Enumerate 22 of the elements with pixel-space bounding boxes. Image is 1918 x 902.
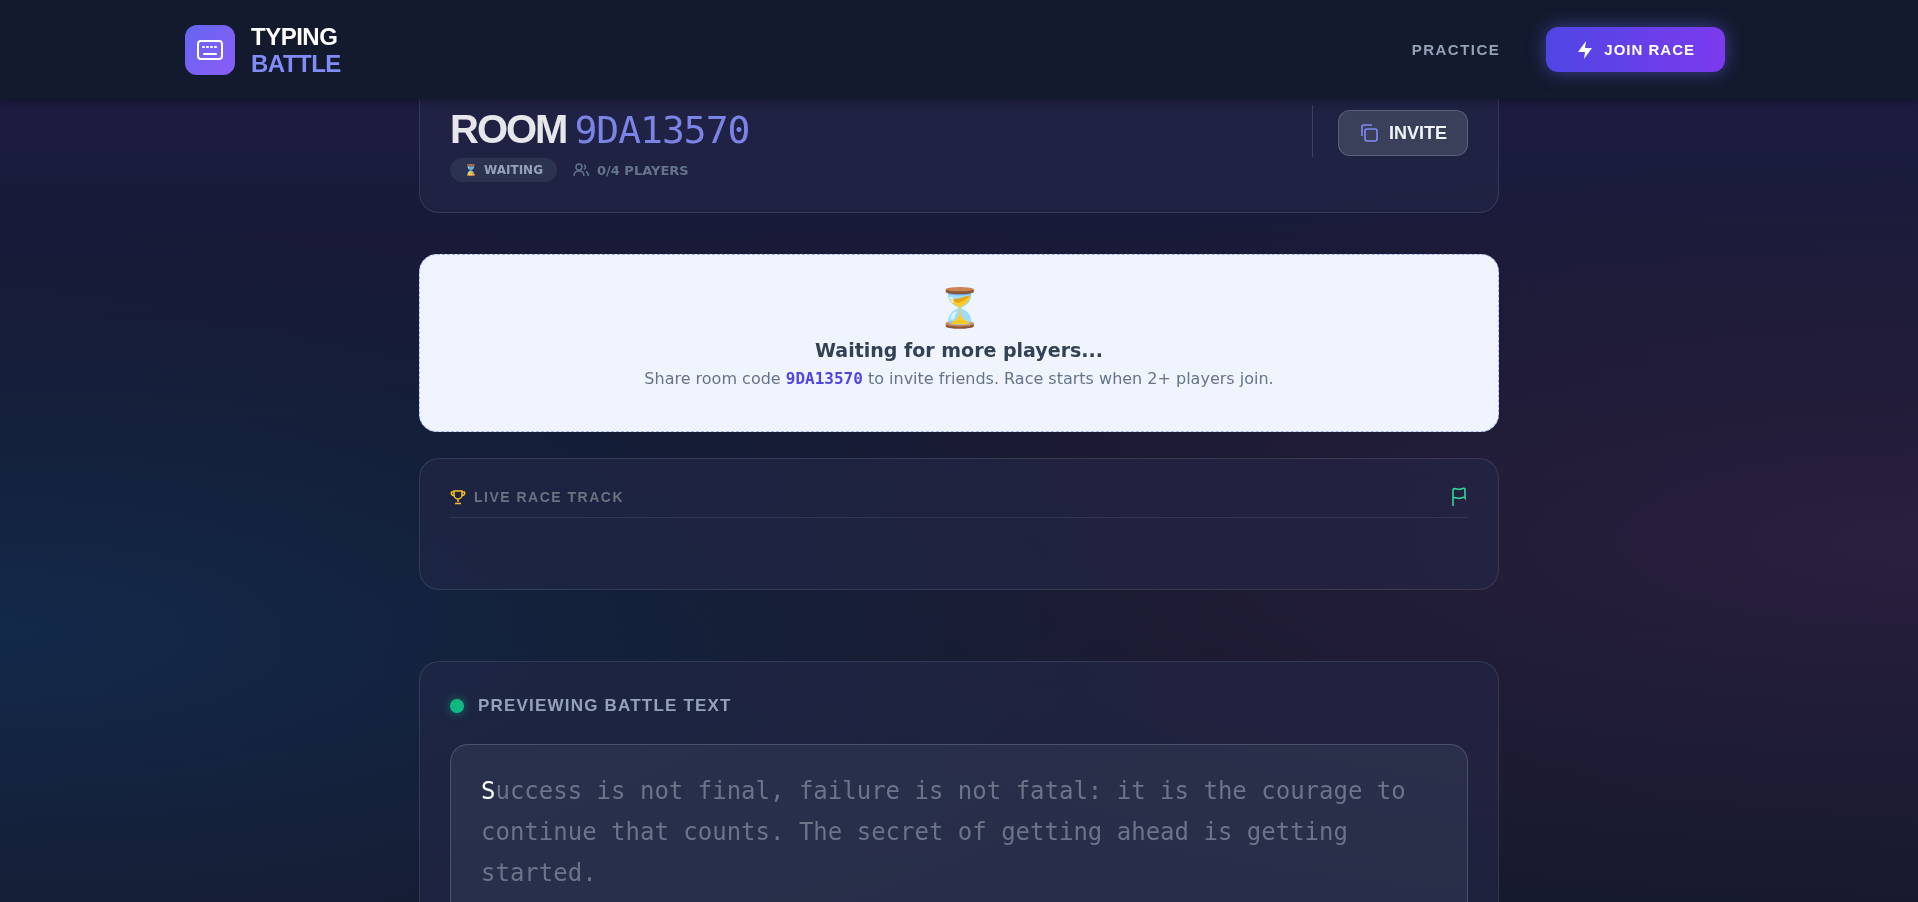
- users-icon: [573, 163, 589, 177]
- status-badge: ⌛ WAITING: [450, 158, 557, 182]
- flag-icon: [1450, 487, 1468, 507]
- room-label: ROOM: [450, 107, 567, 152]
- logo-text: TYPING: [251, 22, 339, 50]
- player-count: 0/4 PLAYERS: [597, 162, 689, 178]
- copy-icon: [1359, 123, 1379, 143]
- waiting-title: Waiting for more players...: [815, 339, 1103, 361]
- lightning-icon: [1576, 39, 1595, 60]
- keyboard-logo-icon: [185, 24, 235, 75]
- status-dot: [450, 699, 464, 713]
- logo-text: BATTLE: [251, 49, 341, 77]
- passage-text: Success is not final, failure is not fatal: it is the courage to continue that counts. The secret of getting ahead is getting started.: [481, 776, 1407, 889]
- invite-button[interactable]: INVITE: [1338, 110, 1468, 156]
- room-code: 9DA13570: [574, 108, 750, 152]
- trophy-icon: [450, 489, 466, 505]
- hourglass-icon: ⏳: [935, 285, 983, 331]
- preview-title: PREVIEWING BATTLE TEXT: [478, 696, 732, 716]
- share-hint: Share room code 9DA13570 to invite friends. Race starts when 2+ players join.: [644, 369, 1274, 388]
- join-race-button[interactable]: JOIN RACE: [1546, 27, 1725, 72]
- race-track-title: LIVE RACE TRACK: [474, 489, 625, 505]
- practice-link[interactable]: PRACTICE: [1405, 40, 1507, 59]
